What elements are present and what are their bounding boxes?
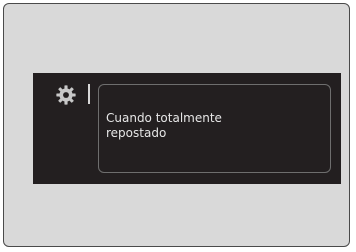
message-text: Cuando totalmente repostado [106,111,222,140]
gear-icon [56,85,76,105]
selection-divider [88,84,90,104]
